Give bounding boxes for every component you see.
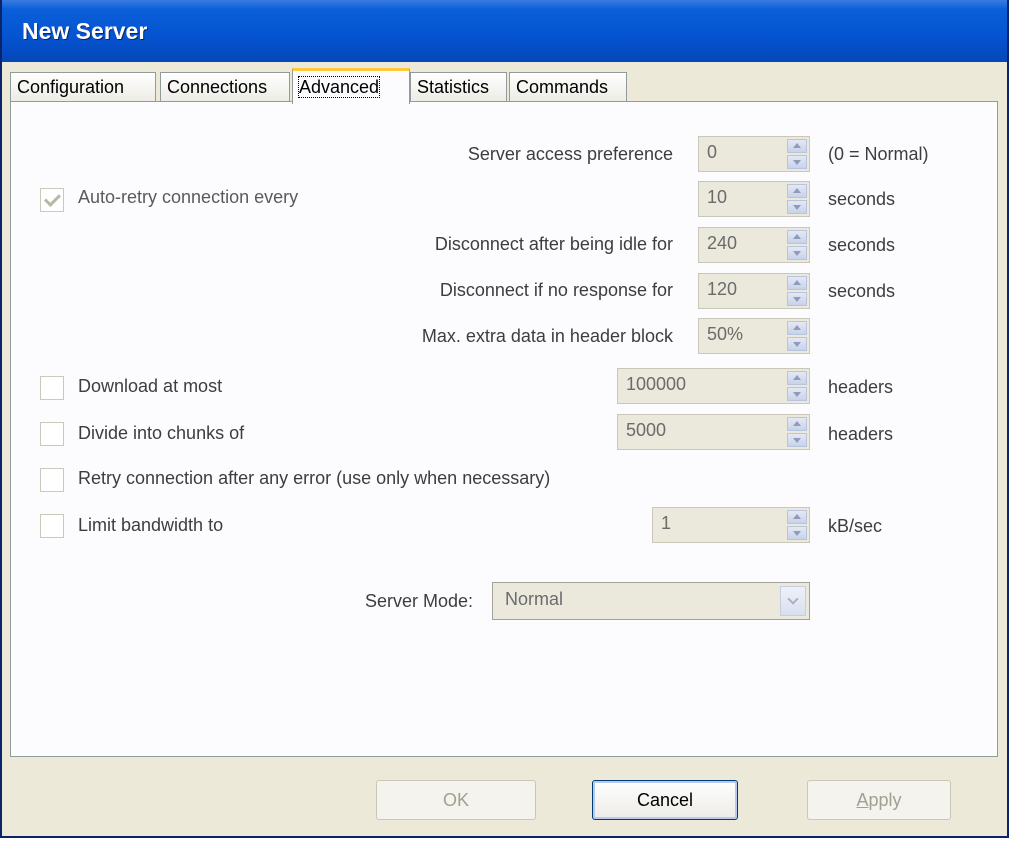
up-arrow-icon[interactable] xyxy=(787,321,807,335)
auto-retry-unit: seconds xyxy=(828,189,896,209)
no-response-unit: seconds xyxy=(828,281,896,301)
up-arrow-icon[interactable] xyxy=(787,276,807,290)
tab-strip: Configuration Connections Advanced Stati… xyxy=(10,68,999,104)
divide-chunks-checkbox[interactable] xyxy=(40,422,64,446)
auto-retry-spinner[interactable]: 10 xyxy=(698,181,810,217)
retry-any-error-label: Retry connection after any error (use on… xyxy=(78,468,551,488)
dialog-window: New Server Configuration Connections Adv… xyxy=(0,0,1009,838)
down-arrow-icon[interactable] xyxy=(787,292,807,306)
up-arrow-icon[interactable] xyxy=(787,139,807,153)
auto-retry-value: 10 xyxy=(707,187,728,207)
no-response-value: 120 xyxy=(707,279,738,299)
up-arrow-icon[interactable] xyxy=(787,371,807,385)
divide-chunks-spinner[interactable]: 5000 xyxy=(617,414,810,450)
tab-statistics[interactable]: Statistics xyxy=(410,72,507,102)
download-at-most-unit: headers xyxy=(828,377,894,397)
cancel-button[interactable]: Cancel xyxy=(592,780,738,820)
auto-retry-label: Auto-retry connection every xyxy=(78,187,299,207)
ok-button[interactable]: OK xyxy=(376,780,536,820)
limit-bandwidth-checkbox[interactable] xyxy=(40,514,64,538)
down-arrow-icon[interactable] xyxy=(787,526,807,540)
down-arrow-icon[interactable] xyxy=(787,433,807,447)
limit-bandwidth-unit: kB/sec xyxy=(828,516,883,536)
access-preference-spinner[interactable]: 0 xyxy=(698,136,810,172)
download-at-most-checkbox[interactable] xyxy=(40,376,64,400)
chevron-down-icon[interactable] xyxy=(780,586,806,616)
retry-any-error-checkbox[interactable] xyxy=(40,468,64,492)
download-at-most-value: 100000 xyxy=(626,374,687,394)
divide-chunks-value: 5000 xyxy=(626,420,667,440)
up-arrow-icon[interactable] xyxy=(787,417,807,431)
server-mode-label: Server Mode: xyxy=(364,591,473,611)
divide-chunks-unit: headers xyxy=(828,424,894,444)
down-arrow-icon[interactable] xyxy=(787,155,807,169)
down-arrow-icon[interactable] xyxy=(787,246,807,260)
down-arrow-icon[interactable] xyxy=(787,337,807,351)
extra-data-spinner[interactable]: 50% xyxy=(698,318,810,354)
download-at-most-spinner[interactable]: 100000 xyxy=(617,368,810,404)
idle-spinner[interactable]: 240 xyxy=(698,227,810,263)
window-title: New Server xyxy=(22,18,148,44)
limit-bandwidth-value: 1 xyxy=(661,513,672,533)
up-arrow-icon[interactable] xyxy=(787,230,807,244)
auto-retry-checkbox[interactable] xyxy=(40,188,64,212)
extra-data-value: 50% xyxy=(707,324,744,344)
down-arrow-icon[interactable] xyxy=(787,200,807,214)
up-arrow-icon[interactable] xyxy=(787,184,807,198)
idle-value: 240 xyxy=(707,233,738,253)
access-preference-label: Server access preference xyxy=(467,144,673,164)
tab-configuration[interactable]: Configuration xyxy=(10,72,156,102)
up-arrow-icon[interactable] xyxy=(787,510,807,524)
tab-connections[interactable]: Connections xyxy=(160,72,290,102)
idle-unit: seconds xyxy=(828,235,896,255)
server-mode-value: Normal xyxy=(505,589,564,609)
access-preference-hint: (0 = Normal) xyxy=(828,144,929,164)
divide-chunks-label: Divide into chunks of xyxy=(78,423,245,443)
idle-label: Disconnect after being idle for xyxy=(434,234,673,254)
limit-bandwidth-label: Limit bandwidth to xyxy=(78,515,224,535)
tab-commands[interactable]: Commands xyxy=(509,72,627,102)
no-response-spinner[interactable]: 120 xyxy=(698,273,810,309)
extra-data-label: Max. extra data in header block xyxy=(421,326,673,346)
down-arrow-icon[interactable] xyxy=(787,387,807,401)
no-response-label: Disconnect if no response for xyxy=(439,280,673,300)
server-mode-select[interactable]: Normal xyxy=(492,582,810,620)
title-bar[interactable]: New Server xyxy=(2,0,1007,62)
apply-button[interactable]: Apply xyxy=(807,780,951,820)
download-at-most-label: Download at most xyxy=(78,376,223,396)
tab-advanced[interactable]: Advanced xyxy=(292,68,410,104)
access-preference-value: 0 xyxy=(707,142,718,162)
limit-bandwidth-spinner[interactable]: 1 xyxy=(652,507,810,543)
